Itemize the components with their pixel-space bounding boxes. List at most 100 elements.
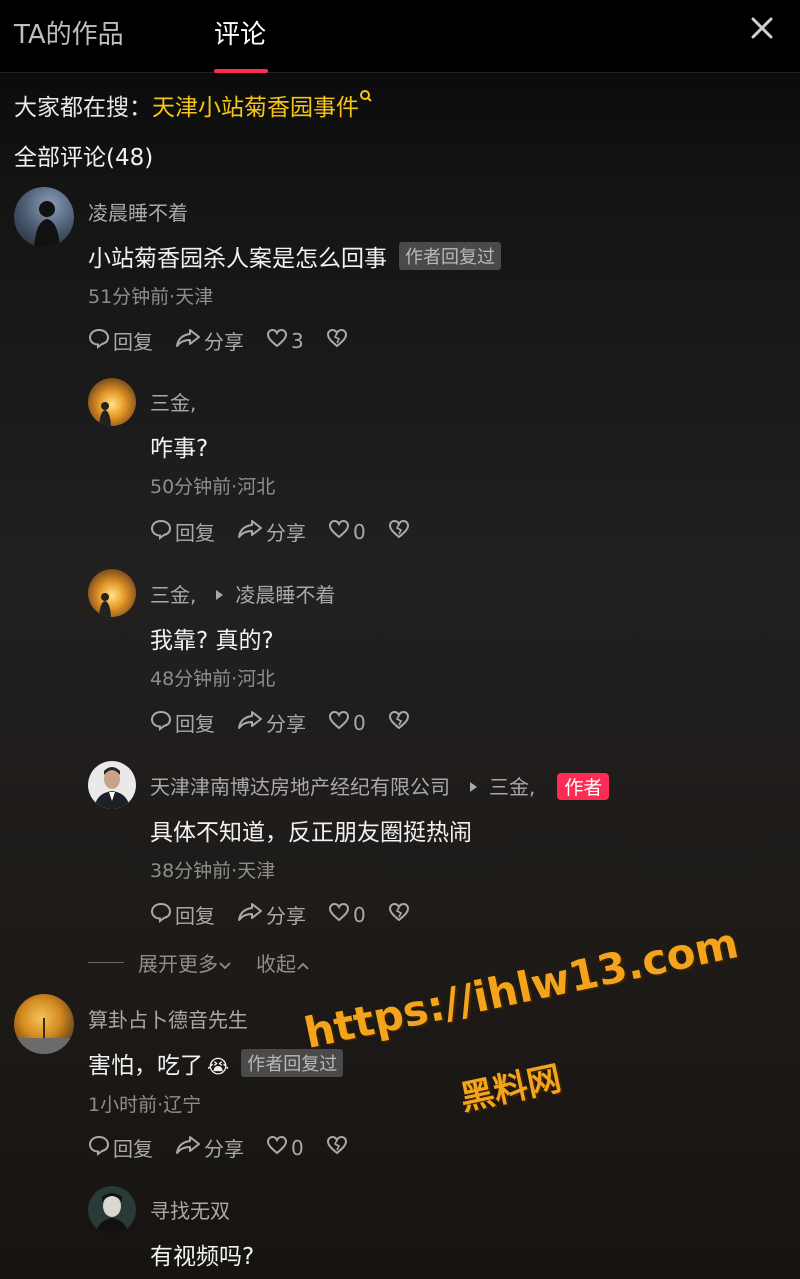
share-button[interactable]: 分享 xyxy=(175,326,244,355)
reply-label: 回复 xyxy=(113,330,153,354)
avatar[interactable] xyxy=(88,569,136,617)
reply-actions: 回复 分享 0 xyxy=(150,517,435,546)
reply-text: 有视频吗? xyxy=(150,1244,255,1270)
reply-username[interactable]: 寻找无双 xyxy=(150,1195,230,1224)
expand-more-button[interactable]: 展开更多 xyxy=(138,948,232,977)
comment-text: 小站菊香园杀人案是怎么回事 作者回复过 xyxy=(88,239,501,273)
broken-heart-icon xyxy=(326,1134,351,1161)
reply-to-name[interactable]: 凌晨睡不着 xyxy=(235,583,335,607)
reply-author-name[interactable]: 三金, xyxy=(150,583,196,607)
share-label: 分享 xyxy=(266,521,306,545)
crying-emoji: 😭 xyxy=(207,1056,230,1078)
reply-icon xyxy=(88,327,113,354)
share-button[interactable]: 分享 xyxy=(237,708,306,737)
author-badge: 作者 xyxy=(557,773,610,800)
avatar[interactable] xyxy=(14,994,74,1054)
like-button[interactable]: 0 xyxy=(328,901,366,928)
broken-heart-icon xyxy=(326,327,351,354)
comment-username[interactable]: 凌晨睡不着 xyxy=(88,197,188,226)
like-count: 0 xyxy=(353,519,366,544)
reply-label: 回复 xyxy=(175,712,215,736)
comment-meta: 1小时前·辽宁 xyxy=(88,1094,202,1116)
collapse-label: 收起 xyxy=(256,952,296,976)
reply-author-name[interactable]: 天津津南博达房地产经纪有限公司 xyxy=(150,775,450,799)
reply-text: 我靠? 真的? xyxy=(150,628,274,654)
reply-label: 回复 xyxy=(175,904,215,928)
dislike-button[interactable] xyxy=(388,518,413,545)
like-button[interactable]: 3 xyxy=(266,327,304,354)
reply-icon xyxy=(150,518,175,545)
watermark-url: https://ihlw13.com xyxy=(300,918,743,1058)
search-icon xyxy=(359,90,373,121)
reply-username: 三金, 凌晨睡不着 xyxy=(150,579,335,608)
reply-text: 咋事? xyxy=(150,436,209,462)
reply-icon xyxy=(150,709,175,736)
hot-search-keyword[interactable]: 天津小站菊香园事件 xyxy=(152,95,359,121)
avatar[interactable] xyxy=(88,378,136,426)
like-button[interactable]: 0 xyxy=(328,709,366,736)
reply-arrow-icon xyxy=(216,590,224,600)
comment-body: 小站菊香园杀人案是怎么回事 xyxy=(88,246,387,272)
reply-icon xyxy=(88,1134,113,1161)
share-icon xyxy=(237,518,266,545)
dislike-button[interactable] xyxy=(326,327,351,354)
collapse-button[interactable]: 收起 xyxy=(256,948,310,977)
like-button[interactable]: 0 xyxy=(266,1134,304,1161)
hot-search-bar[interactable]: 大家都在搜：天津小站菊香园事件 xyxy=(14,88,373,122)
reply-meta: 38分钟前·天津 xyxy=(150,860,276,882)
avatar[interactable] xyxy=(14,187,74,247)
share-label: 分享 xyxy=(204,330,244,354)
reply-icon xyxy=(150,901,175,928)
dislike-button[interactable] xyxy=(388,901,413,928)
reply-username: 天津津南博达房地产经纪有限公司 三金, 作者 xyxy=(150,771,610,800)
share-icon xyxy=(175,327,204,354)
heart-icon xyxy=(266,327,291,354)
share-label: 分享 xyxy=(266,904,306,928)
comment-text: 害怕，吃了 😭 作者回复过 xyxy=(88,1046,344,1080)
reply-to-name[interactable]: 三金, xyxy=(489,775,535,799)
share-button[interactable]: 分享 xyxy=(175,1133,244,1162)
comment-username[interactable]: 算卦占卜德音先生 xyxy=(88,1004,248,1033)
like-button[interactable]: 0 xyxy=(328,518,366,545)
share-label: 分享 xyxy=(204,1137,244,1161)
top-bar: TA的作品 评论 xyxy=(0,0,800,73)
comment-meta: 51分钟前·天津 xyxy=(88,286,214,308)
heart-icon xyxy=(266,1134,291,1161)
reply-button[interactable]: 回复 xyxy=(88,326,153,355)
share-button[interactable]: 分享 xyxy=(237,900,306,929)
heart-icon xyxy=(328,709,353,736)
heart-icon xyxy=(328,901,353,928)
reply-button[interactable]: 回复 xyxy=(150,708,215,737)
like-count: 0 xyxy=(291,1135,304,1160)
dislike-button[interactable] xyxy=(326,1134,351,1161)
reply-username[interactable]: 三金, xyxy=(150,387,196,416)
like-count: 3 xyxy=(291,328,304,353)
reply-actions: 回复 分享 0 xyxy=(150,900,435,929)
comment-actions: 回复 分享 3 xyxy=(88,326,373,355)
dislike-button[interactable] xyxy=(388,709,413,736)
like-count: 0 xyxy=(353,902,366,927)
comments-count: 全部评论(48) xyxy=(14,145,154,171)
reply-label: 回复 xyxy=(113,1137,153,1161)
replies-toggle: 展开更多 收起 xyxy=(88,948,310,977)
share-button[interactable]: 分享 xyxy=(237,517,306,546)
reply-button[interactable]: 回复 xyxy=(150,517,215,546)
broken-heart-icon xyxy=(388,901,413,928)
avatar[interactable] xyxy=(88,1186,136,1234)
broken-heart-icon xyxy=(388,709,413,736)
tab-works[interactable]: TA的作品 xyxy=(14,14,124,51)
reply-button[interactable]: 回复 xyxy=(88,1133,153,1162)
divider-line xyxy=(88,962,124,963)
chevron-down-icon xyxy=(218,952,232,976)
share-icon xyxy=(237,709,266,736)
tab-comments[interactable]: 评论 xyxy=(214,14,266,51)
like-count: 0 xyxy=(353,710,366,735)
active-tab-indicator xyxy=(214,69,268,73)
avatar[interactable] xyxy=(88,761,136,809)
reply-button[interactable]: 回复 xyxy=(150,900,215,929)
author-replied-badge: 作者回复过 xyxy=(399,242,501,270)
reply-meta: 48分钟前·河北 xyxy=(150,668,276,690)
watermark-name: 黑料网 xyxy=(456,1058,565,1119)
reply-arrow-icon xyxy=(470,782,477,792)
close-icon[interactable] xyxy=(750,16,774,40)
